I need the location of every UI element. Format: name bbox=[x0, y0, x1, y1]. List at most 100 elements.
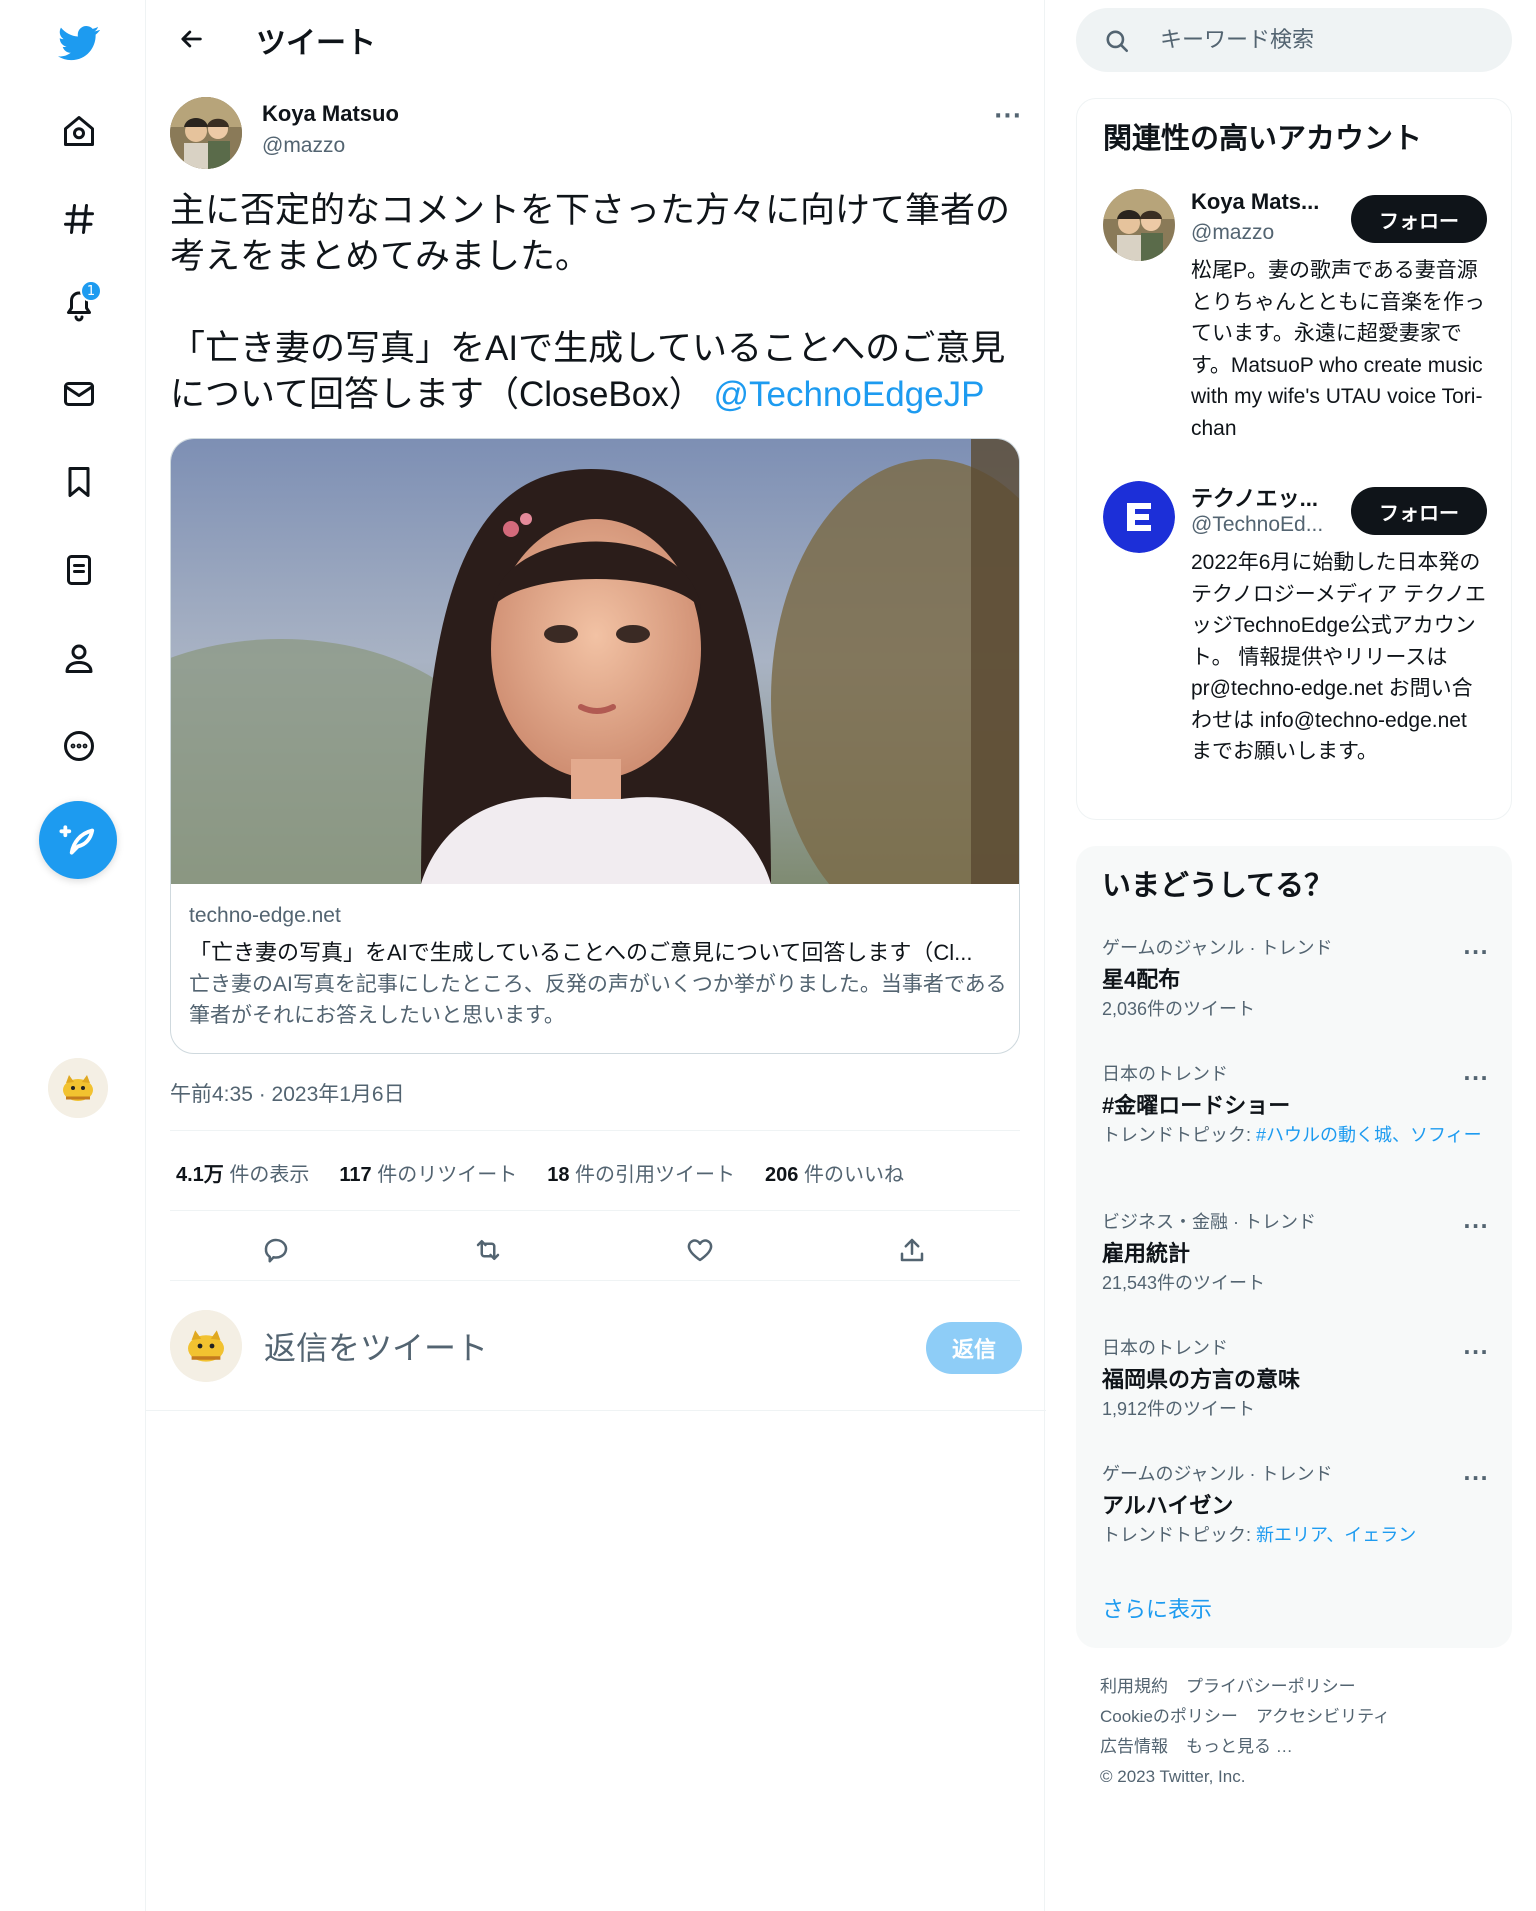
more-circle-icon bbox=[64, 731, 94, 761]
show-more-link[interactable]: さらに表示 bbox=[1102, 1592, 1212, 1624]
trend-context: ビジネス・金融 · トレンド bbox=[1102, 1212, 1316, 1232]
trend-topic-link[interactable]: #ハウルの動く城、ソフィー bbox=[1256, 1125, 1482, 1145]
author-avatar[interactable] bbox=[170, 97, 242, 169]
trend-more-button[interactable]: ··· bbox=[1456, 1064, 1496, 1092]
trend-more-button[interactable]: ··· bbox=[1456, 1338, 1496, 1366]
reply-submit-button[interactable]: 返信 bbox=[926, 1322, 1022, 1374]
card-title: 「亡き妻の写真」をAIで生成していることへのご意見について回答します（Cl... bbox=[189, 940, 973, 965]
author-name[interactable]: Koya Matsuo bbox=[262, 101, 399, 127]
notifications-nav-button[interactable]: 1 bbox=[40, 266, 118, 344]
stat-quotes[interactable]: 18 件の引用ツイート bbox=[547, 1158, 735, 1190]
like-button[interactable] bbox=[676, 1226, 724, 1274]
tweet-timestamp[interactable]: 午前4:35 · 2023年1月6日 bbox=[170, 1078, 405, 1108]
divider bbox=[170, 1130, 1020, 1131]
account-avatar[interactable] bbox=[1103, 189, 1175, 261]
home-icon bbox=[64, 116, 94, 146]
footer-link-privacy[interactable]: プライバシーポリシー bbox=[1186, 1677, 1356, 1696]
footer-line: Cookieのポリシー アクセシビリティ bbox=[1100, 1702, 1500, 1732]
account-avatar[interactable] bbox=[1103, 481, 1175, 553]
tweet-header: ツイート bbox=[146, 0, 1046, 78]
search-bar[interactable] bbox=[1076, 8, 1512, 72]
share-button[interactable] bbox=[888, 1226, 936, 1274]
search-icon bbox=[1106, 30, 1129, 53]
who-to-follow-title: 関連性の高いアカウント bbox=[1103, 123, 1423, 155]
trend-name: 星4配布 bbox=[1102, 967, 1181, 992]
trend-topic-link[interactable]: 新エリア、イェラン bbox=[1256, 1525, 1416, 1545]
lists-nav-button[interactable] bbox=[40, 531, 118, 609]
page-title: ツイート bbox=[256, 27, 376, 60]
list-icon bbox=[67, 555, 91, 585]
footer-line: 広告情報 もっと見る … bbox=[1100, 1732, 1500, 1762]
trend-context: ゲームのジャンル · トレンド bbox=[1102, 1464, 1333, 1484]
profile-nav-button[interactable] bbox=[40, 619, 118, 697]
link-card[interactable]: techno-edge.net 「亡き妻の写真」をAIで生成していることへのご意… bbox=[170, 438, 1020, 1054]
card-image bbox=[171, 439, 1019, 884]
compose-tweet-button[interactable] bbox=[39, 801, 117, 879]
share-icon bbox=[900, 1238, 924, 1262]
tweet-stats: 4.1万 件の表示 117 件のリツイート 18 件の引用ツイート 206 件の… bbox=[176, 1158, 904, 1190]
tweet-mention-link[interactable]: @TechnoEdgeJP bbox=[713, 375, 984, 414]
card-domain: techno-edge.net bbox=[189, 904, 341, 927]
stat-likes[interactable]: 206 件のいいね bbox=[765, 1158, 904, 1190]
more-nav-button[interactable] bbox=[40, 707, 118, 785]
footer-link-terms[interactable]: 利用規約 bbox=[1100, 1677, 1168, 1696]
stat-retweets[interactable]: 117 件のリツイート bbox=[339, 1158, 517, 1190]
profile-icon bbox=[65, 644, 93, 673]
account-handle[interactable]: @mazzo bbox=[1191, 221, 1331, 245]
footer: 利用規約 プライバシーポリシー Cookieのポリシー アクセシビリティ 広告情報も… bbox=[1100, 1672, 1500, 1792]
trend-context: ゲームのジャンル · トレンド bbox=[1102, 938, 1333, 958]
left-navigation: 1 bbox=[0, 0, 146, 1911]
home-nav-button[interactable] bbox=[40, 92, 118, 170]
bookmarks-nav-button[interactable] bbox=[40, 443, 118, 521]
notification-badge: 1 bbox=[80, 280, 102, 302]
reply-user-avatar bbox=[170, 1310, 242, 1382]
account-avatar[interactable] bbox=[48, 1058, 108, 1118]
retweet-button[interactable] bbox=[464, 1226, 512, 1274]
trend-count: 21,543件のツイート bbox=[1102, 1273, 1266, 1293]
trend-count: 2,036件のツイート bbox=[1102, 999, 1256, 1019]
mail-icon bbox=[64, 382, 94, 406]
follow-button[interactable]: フォロー bbox=[1351, 195, 1487, 243]
account-handle[interactable]: @TechnoEd... bbox=[1191, 513, 1331, 537]
tweet-text: 主に否定的なコメントを下さった方々に向けて筆者の考えをまとめてみました。 「亡き… bbox=[170, 188, 1020, 418]
account-name[interactable]: テクノエッ... bbox=[1191, 481, 1325, 513]
footer-link-ads[interactable]: 広告情報 bbox=[1100, 1737, 1168, 1756]
tweet-more-button[interactable]: ··· bbox=[988, 100, 1028, 132]
trend-topics: トレンドトピック: 新エリア、イェラン bbox=[1102, 1525, 1417, 1545]
divider bbox=[170, 1210, 1020, 1211]
trend-count: 1,912件のツイート bbox=[1102, 1399, 1256, 1419]
divider bbox=[146, 1410, 1046, 1411]
footer-link-cookies[interactable]: Cookieのポリシー bbox=[1100, 1707, 1238, 1726]
footer-link-more[interactable]: もっと見る … bbox=[1186, 1737, 1293, 1756]
trend-context: 日本のトレンド bbox=[1102, 1338, 1228, 1358]
trends-title: いまどうしてる？ bbox=[1102, 870, 1334, 902]
hashtag-icon bbox=[64, 204, 94, 234]
copyright: © 2023 Twitter, Inc. bbox=[1100, 1767, 1246, 1786]
trend-name: アルハイゼン bbox=[1102, 1493, 1234, 1518]
reply-button[interactable] bbox=[252, 1226, 300, 1274]
footer-line: 利用規約 プライバシーポリシー bbox=[1100, 1672, 1500, 1702]
follow-button[interactable]: フォロー bbox=[1351, 487, 1487, 535]
search-input[interactable] bbox=[1160, 20, 1490, 60]
trend-more-button[interactable]: ··· bbox=[1456, 1212, 1496, 1240]
arrow-left-icon bbox=[181, 30, 202, 48]
footer-link-accessibility[interactable]: アクセシビリティ bbox=[1256, 1707, 1390, 1726]
account-name[interactable]: Koya Mats... bbox=[1191, 189, 1325, 215]
explore-nav-button[interactable] bbox=[40, 180, 118, 258]
trend-name: #金曜ロードショー bbox=[1102, 1093, 1291, 1118]
trend-name: 雇用統計 bbox=[1102, 1241, 1191, 1266]
trend-context: 日本のトレンド bbox=[1102, 1064, 1228, 1084]
trend-more-button[interactable]: ··· bbox=[1456, 1464, 1496, 1492]
trends-panel: いまどうしてる？ ゲームのジャンル · トレンド 星4配布 2,036件のツイー… bbox=[1076, 846, 1512, 1648]
reply-input[interactable] bbox=[264, 1326, 864, 1370]
tweet-actions bbox=[170, 1218, 1020, 1282]
messages-nav-button[interactable] bbox=[40, 355, 118, 433]
back-button[interactable] bbox=[168, 16, 214, 62]
twitter-logo-icon[interactable] bbox=[40, 4, 118, 82]
author-handle[interactable]: @mazzo bbox=[262, 134, 345, 158]
stat-views: 4.1万 件の表示 bbox=[176, 1164, 310, 1186]
trend-topics: トレンドトピック: #ハウルの動く城、ソフィー bbox=[1102, 1125, 1482, 1145]
trend-more-button[interactable]: ··· bbox=[1456, 938, 1496, 966]
reply-icon bbox=[264, 1238, 288, 1263]
account-bio: 2022年6月に始動した日本発のテクノロジーメディア テクノエッジTechnoE… bbox=[1191, 551, 1487, 763]
